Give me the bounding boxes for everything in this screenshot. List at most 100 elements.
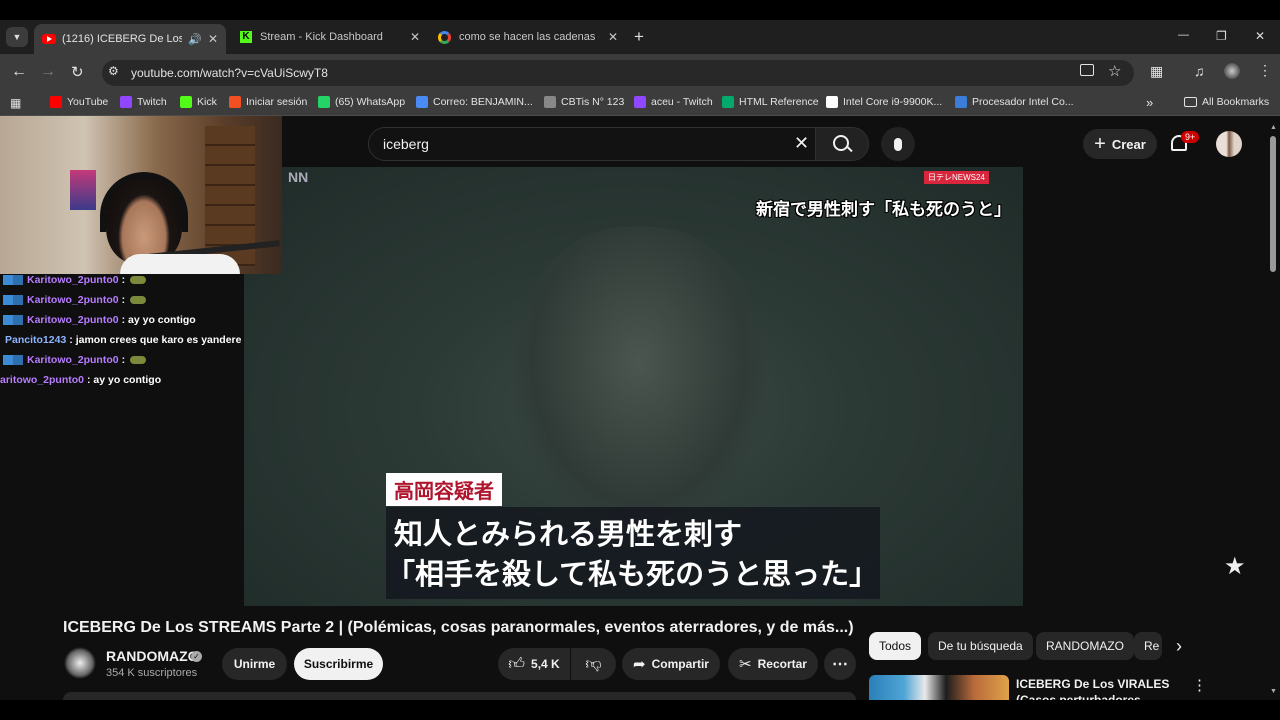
back-arrow-icon[interactable]: ←	[11, 63, 27, 81]
bookmark-item[interactable]: YouTube	[50, 96, 108, 108]
folder-icon	[1184, 97, 1197, 107]
like-button[interactable]: 👍︎ 5,4 K	[498, 648, 570, 680]
chat-username: Karitowo_2punto0	[27, 354, 119, 366]
tab-kick[interactable]: K Stream - Kick Dashboard ✕	[232, 24, 428, 50]
close-tab-icon[interactable]: ✕	[410, 30, 420, 44]
webcam-overlay	[0, 116, 282, 274]
profile-avatar[interactable]	[1224, 63, 1240, 79]
bookmark-favicon-icon	[634, 96, 646, 108]
close-window-button[interactable]: ✕	[1255, 29, 1265, 43]
bookmark-item[interactable]: CBTis N° 123	[544, 96, 624, 108]
account-avatar[interactable]	[1216, 131, 1242, 157]
forward-arrow-icon[interactable]: →	[40, 63, 56, 81]
all-bookmarks-button[interactable]: All Bookmarks	[1184, 96, 1269, 108]
bookmark-item[interactable]: (65) WhatsApp	[318, 96, 405, 108]
media-control-icon[interactable]: ♫	[1194, 63, 1205, 79]
bookmark-item[interactable]: Twitch	[120, 96, 167, 108]
channel-watermark-icon[interactable]: ★	[1224, 552, 1256, 584]
clip-button[interactable]: ✂ Recortar	[728, 648, 818, 680]
chat-text: :	[121, 274, 126, 286]
chip-channel[interactable]: RANDOMAZO	[1036, 632, 1134, 660]
chip-all[interactable]: Todos	[869, 632, 922, 660]
bookmark-favicon-icon	[229, 96, 241, 108]
chat-username: Karitowo_2punto0	[27, 294, 119, 306]
bookmark-item[interactable]: HTML Reference	[722, 96, 819, 108]
minimize-button[interactable]: —	[1178, 29, 1189, 41]
microphone-icon[interactable]	[881, 127, 915, 161]
speaker-icon[interactable]: 🔊	[188, 33, 202, 46]
bookmark-label: Correo: BENJAMIN...	[433, 96, 533, 108]
bookmark-star-icon[interactable]: ☆	[1108, 62, 1121, 80]
chat-message: Pancito1243: jamon crees que karo es yan…	[5, 334, 241, 346]
channel-bug: NN	[288, 169, 309, 185]
chat-message: Karitowo_2punto0: ay yo contigo	[3, 314, 196, 326]
like-count: 5,4 K	[531, 657, 560, 671]
clear-search-icon[interactable]: ✕	[794, 133, 809, 154]
scroll-up-arrow-icon[interactable]: ▲	[1270, 124, 1277, 131]
bookmark-item[interactable]: aceu - Twitch	[634, 96, 713, 108]
share-icon: ➦	[633, 656, 646, 673]
bookmark-item[interactable]: Kick	[180, 96, 217, 108]
bookmark-item[interactable]: Procesador Intel Co...	[955, 96, 1074, 108]
verified-icon: ✓	[191, 651, 202, 662]
scroll-down-arrow-icon[interactable]: ▼	[1270, 688, 1277, 695]
install-app-icon[interactable]	[1080, 64, 1094, 76]
apps-grid-icon[interactable]: ▦	[10, 96, 21, 110]
bookmark-item[interactable]: Correo: BENJAMIN...	[416, 96, 533, 108]
restore-button[interactable]: ❐	[1216, 29, 1227, 43]
recommended-title-1[interactable]: ICEBERG De Los VIRALES	[1016, 677, 1169, 691]
kebab-menu-icon[interactable]: ⋮	[1192, 676, 1207, 694]
bookmark-favicon-icon	[826, 96, 838, 108]
search-input[interactable]	[368, 127, 816, 161]
description-box[interactable]	[63, 692, 856, 700]
bookmarks-more-icon[interactable]: »	[1146, 95, 1153, 110]
bookmark-item[interactable]: Intel Core i9-9900K...	[826, 96, 942, 108]
tab-title: como se hacen las cadenas craft	[459, 31, 599, 43]
join-label: Unirme	[233, 657, 276, 671]
bookmark-favicon-icon	[318, 96, 330, 108]
chip-from-search-label: De tu búsqueda	[938, 639, 1023, 653]
plus-icon: +	[1094, 133, 1106, 155]
url-text[interactable]: youtube.com/watch?v=cVaUiScwyT8	[131, 66, 328, 80]
create-button[interactable]: + Crear	[1083, 129, 1157, 159]
recommended-thumbnail[interactable]	[869, 675, 1009, 700]
chevron-right-icon[interactable]: ›	[1176, 636, 1182, 657]
scrollbar-thumb[interactable]	[1270, 136, 1276, 272]
close-tab-icon[interactable]: ✕	[208, 32, 218, 46]
notification-badge: 9+	[1181, 131, 1200, 143]
subscribe-button[interactable]: Suscribirme	[294, 648, 383, 680]
name-tag: 高岡容疑者	[386, 473, 502, 506]
bookmark-favicon-icon	[416, 96, 428, 108]
news-tag: 日テレNEWS24	[924, 171, 989, 184]
dislike-button[interactable]: 👎︎	[571, 648, 616, 680]
all-bookmarks-label: All Bookmarks	[1202, 96, 1270, 108]
share-button[interactable]: ➦ Compartir	[622, 648, 720, 680]
chat-text: :	[121, 354, 126, 366]
channel-name[interactable]: RANDOMAZO	[106, 648, 199, 664]
chat-username: Pancito1243	[5, 334, 67, 346]
new-tab-button[interactable]: +	[634, 27, 644, 47]
extensions-icon[interactable]: ▦	[1150, 63, 1163, 80]
browser-menu-icon[interactable]: ⋮	[1258, 62, 1272, 79]
close-tab-icon[interactable]: ✕	[608, 30, 618, 44]
channel-avatar[interactable]	[64, 647, 96, 679]
search-query-text[interactable]: iceberg	[383, 136, 429, 152]
thumbs-up-icon: 👍︎	[508, 655, 526, 673]
youtube-icon	[42, 34, 56, 44]
recommended-title-2[interactable]: (Casos perturbadores	[1016, 693, 1141, 700]
chat-username: aritowo_2punto0	[0, 374, 85, 386]
reload-icon[interactable]: ↻	[71, 63, 84, 81]
join-button[interactable]: Unirme	[222, 648, 287, 680]
site-info-icon[interactable]: ⚙	[108, 64, 119, 78]
chip-related[interactable]: Re	[1134, 632, 1162, 660]
video-player[interactable]: NN 日テレNEWS24 新宿で男性刺す「私も死のうと」 高岡容疑者 知人とみら…	[244, 167, 1023, 606]
bookmark-item[interactable]: Iniciar sesión	[229, 96, 307, 108]
google-icon	[438, 30, 451, 44]
more-actions-button[interactable]: ⋯	[824, 648, 856, 680]
tab-google[interactable]: como se hacen las cadenas craft ✕	[430, 24, 626, 50]
tab-search-button[interactable]: ▼	[6, 27, 28, 47]
chat-text: : ay yo contigo	[121, 314, 196, 326]
chat-emote-icon	[130, 356, 147, 365]
chip-from-search[interactable]: De tu búsqueda	[928, 632, 1033, 660]
tab-youtube[interactable]: (1216) ICEBERG De Los STREAMS 🔊 ✕	[34, 24, 226, 54]
